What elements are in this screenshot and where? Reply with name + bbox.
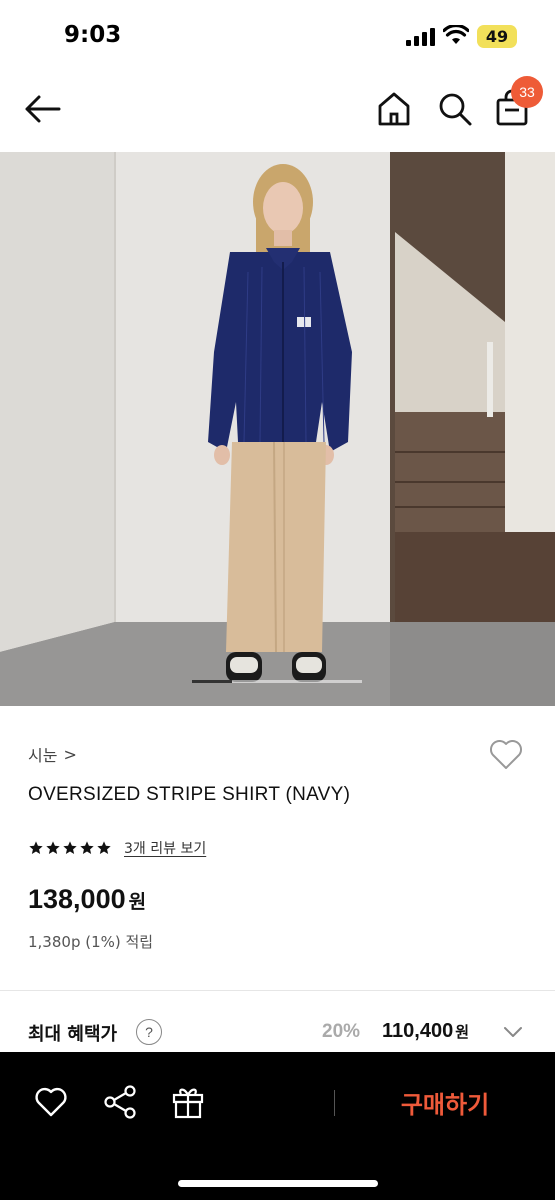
benefit-price-unit: 원 [455, 1024, 470, 1041]
status-time: 9:03 [64, 22, 122, 48]
app-header: 33 [0, 72, 555, 152]
star-icon [46, 841, 60, 854]
cart-count-badge[interactable]: 33 [511, 76, 543, 108]
reward-points: 1,380p (1%) 적립 [28, 933, 154, 951]
rating-row: 3개 리뷰 보기 [28, 838, 206, 858]
buy-button[interactable]: 구매하기 [380, 1080, 510, 1124]
divider [0, 990, 555, 991]
carousel-indicator [192, 680, 362, 683]
back-arrow-icon[interactable] [22, 92, 62, 126]
wifi-icon [443, 25, 469, 44]
star-icon [63, 841, 77, 854]
price-value: 138,000 [28, 884, 126, 914]
product-image[interactable] [0, 152, 555, 706]
star-icon [97, 841, 111, 854]
divider [334, 1090, 335, 1116]
search-icon[interactable] [436, 90, 474, 128]
max-benefit-row[interactable]: 최대 혜택가 ? 20% 110,400 원 [0, 1010, 555, 1054]
bottom-action-bar: 구매하기 [0, 1052, 555, 1200]
benefit-price-value: 110,400 [382, 1020, 454, 1042]
benefit-label: 최대 혜택가 [28, 1024, 118, 1045]
wishlist-heart-icon[interactable] [487, 736, 525, 772]
home-indicator[interactable] [178, 1180, 378, 1187]
benefit-price: 110,400 원 [382, 1020, 469, 1043]
help-icon[interactable]: ? [136, 1019, 162, 1045]
share-icon[interactable] [102, 1084, 138, 1120]
battery-icon: 49 [477, 25, 517, 48]
product-photo [0, 152, 555, 706]
star-icon [80, 841, 94, 854]
heart-icon[interactable] [34, 1086, 68, 1118]
chevron-right-icon: > [63, 744, 77, 764]
chevron-down-icon[interactable] [502, 1022, 524, 1042]
star-icon [29, 841, 43, 854]
signal-icon [406, 28, 435, 46]
review-link[interactable]: 3개 리뷰 보기 [124, 838, 206, 858]
brand-link[interactable]: 시눈 > [28, 742, 77, 766]
price-unit: 원 [128, 892, 147, 913]
home-icon[interactable] [376, 90, 412, 128]
carousel-indicator-active [192, 680, 232, 683]
product-title: OVERSIZED STRIPE SHIRT (NAVY) [28, 784, 351, 805]
rating-stars [28, 840, 112, 856]
brand-name: 시눈 [28, 746, 58, 765]
gift-icon[interactable] [170, 1084, 206, 1120]
product-price: 138,000 원 [28, 884, 146, 915]
benefit-discount-rate: 20% [322, 1021, 361, 1042]
status-bar: 9:03 49 [0, 0, 555, 72]
